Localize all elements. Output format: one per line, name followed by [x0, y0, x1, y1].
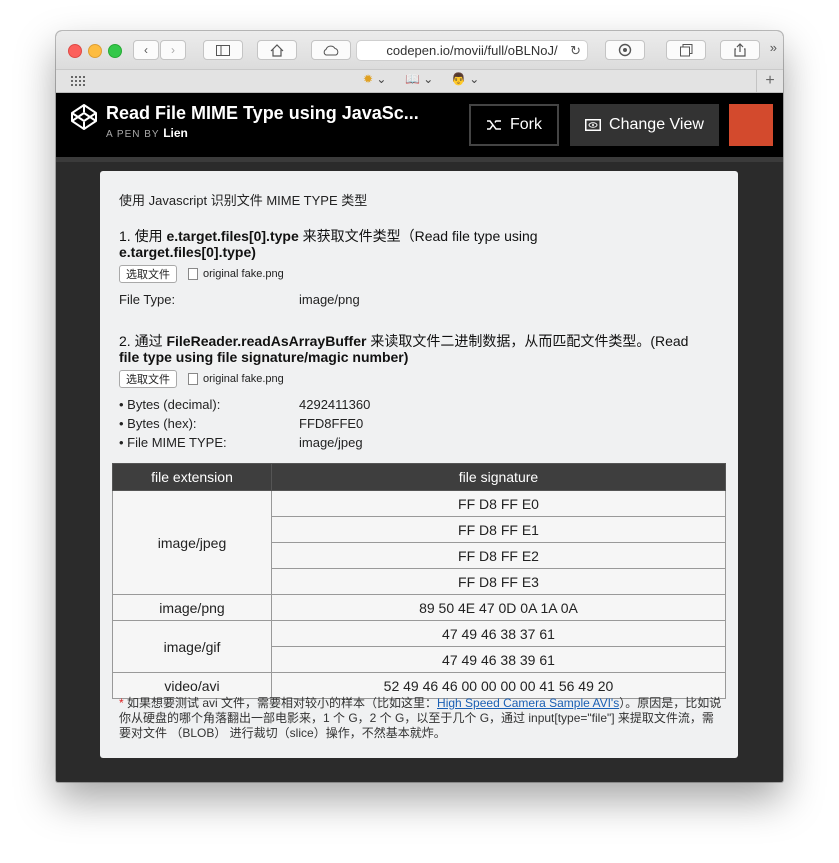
more-chevron-icon[interactable]: » [770, 40, 777, 55]
file-type-value: image/png [299, 292, 360, 307]
bytes-decimal-label: • Bytes (decimal): [119, 397, 221, 412]
fork-label: Fork [510, 116, 542, 133]
sun-icon: ✹ [363, 72, 374, 86]
section2-heading: 2. 通过 FileReader.readAsArrayBuffer 来读取文件… [119, 333, 719, 365]
section1-heading-code: e.target.files[0].type [166, 228, 299, 244]
table-row: image/png 89 50 4E 47 0D 0A 1A 0A [112, 594, 726, 621]
bookmarks-bar: ✹ ⌄ 📖 ⌄ 👨 ⌄ + [56, 70, 783, 93]
sidebar-icon [216, 44, 230, 56]
cloud-icon [323, 45, 339, 55]
chevron-right-icon: › [171, 43, 175, 57]
extension-button[interactable] [605, 40, 645, 60]
extension-cell: image/jpeg [112, 490, 272, 595]
share-button[interactable] [720, 40, 760, 60]
section1-file-name: original fake.png [203, 268, 284, 280]
reload-icon[interactable]: ↻ [570, 43, 581, 59]
section2-file-name: original fake.png [203, 373, 284, 385]
mime-type-label: • File MIME TYPE: [119, 435, 227, 450]
signature-cell: FF D8 FF E3 [271, 568, 726, 595]
home-icon [270, 43, 284, 57]
section1-heading-line2: e.target.files[0].type) [119, 244, 256, 260]
close-window-button[interactable] [68, 44, 82, 58]
tabs-overview-button[interactable] [666, 40, 706, 60]
section1-heading-prefix: 1. 使用 [119, 228, 167, 244]
change-view-button[interactable]: Change View [570, 104, 719, 146]
extension-cell: image/gif [112, 620, 272, 673]
column-header-signature: file signature [271, 463, 726, 491]
pen-byline: A PEN BY Lien [106, 126, 188, 140]
section1-heading: 1. 使用 e.target.files[0].type 来获取文件类型（Rea… [119, 228, 719, 260]
pen-title: Read File MIME Type using JavaSc... [106, 103, 419, 123]
view-icon [585, 119, 602, 131]
section1-heading-mid: 来获取文件类型（Read file type using [298, 228, 538, 244]
codepen-header: Read File MIME Type using JavaSc... A PE… [56, 93, 783, 157]
signature-cell: 47 49 46 38 37 61 [271, 620, 726, 647]
table-row: image/jpeg FF D8 FF E0 [112, 490, 726, 595]
mime-type-value: image/jpeg [299, 435, 363, 450]
section1-choose-file-button[interactable]: 选取文件 [119, 265, 177, 283]
user-avatar[interactable] [729, 104, 773, 146]
chevron-left-icon: ‹ [144, 43, 148, 57]
person-icon: 👨 [451, 72, 466, 86]
extension-cell: image/png [112, 594, 272, 621]
pen-output: 使用 Javascript 识别文件 MIME TYPE 类型 1. 使用 e.… [100, 171, 738, 758]
signature-cell: 47 49 46 38 39 61 [271, 646, 726, 673]
bytes-hex-label: • Bytes (hex): [119, 416, 197, 431]
home-button[interactable] [257, 40, 297, 60]
section2-heading-code: FileReader.readAsArrayBuffer [166, 333, 367, 349]
book-icon: 📖 [405, 72, 420, 86]
browser-toolbar: ‹ › codepen.io/movii/full/oBLNoJ/ ↻ » [56, 31, 783, 70]
bytes-hex-value: FFD8FFE0 [299, 416, 364, 431]
footnote-text-before: 如果想要测试 avi 文件，需要相对较小的样本（比如这里： [123, 696, 438, 710]
signature-cell: 89 50 4E 47 0D 0A 1A 0A [271, 594, 726, 621]
file-icon [188, 373, 198, 385]
url-text: codepen.io/movii/full/oBLNoJ/ [386, 43, 558, 58]
table-row: image/gif 47 49 46 38 37 61 [112, 620, 726, 673]
bookmark-book-folder[interactable]: 📖 ⌄ [405, 72, 433, 86]
fork-button[interactable]: Fork [469, 104, 559, 146]
extension-cell: video/avi [112, 672, 272, 699]
column-header-extension: file extension [112, 463, 272, 491]
fork-icon [487, 120, 501, 130]
section2-heading-mid: 来读取文件二进制数据，从而匹配文件类型。(Read [366, 333, 689, 349]
file-type-label: File Type: [119, 292, 176, 307]
codepen-logo-icon[interactable] [70, 103, 98, 131]
extension-icon [618, 43, 632, 57]
signature-cell: FF D8 FF E0 [271, 490, 726, 517]
zoom-window-button[interactable] [108, 44, 122, 58]
table-header-row: file extension file signature [112, 463, 726, 491]
footnote: * 如果想要测试 avi 文件，需要相对较小的样本（比如这里：High Spee… [119, 696, 724, 741]
byline-prefix: A PEN BY [106, 129, 160, 140]
section2-heading-line2: file type using file signature/magic num… [119, 349, 409, 365]
tabs-icon [679, 43, 692, 56]
icloud-tabs-button[interactable] [311, 40, 351, 60]
bytes-decimal-value: 4292411360 [299, 397, 371, 412]
section2-choose-file-button[interactable]: 选取文件 [119, 370, 177, 388]
signature-cell: 52 49 46 46 00 00 00 00 41 56 49 20 [271, 672, 726, 699]
bookmark-star-folder[interactable]: ✹ ⌄ [363, 72, 386, 86]
bookmark-person-folder[interactable]: 👨 ⌄ [451, 72, 479, 86]
sidebar-button[interactable] [203, 40, 243, 60]
header-divider [56, 157, 783, 162]
signature-table: file extension file signature image/jpeg… [112, 463, 726, 699]
signature-cell: FF D8 FF E2 [271, 542, 726, 569]
change-view-label: Change View [609, 116, 704, 133]
back-button[interactable]: ‹ [133, 40, 159, 60]
sample-avi-link[interactable]: High Speed Camera Sample AVI's [437, 696, 619, 710]
minimize-window-button[interactable] [88, 44, 102, 58]
table-row: video/avi 52 49 46 46 00 00 00 00 41 56 … [112, 672, 726, 699]
intro-text: 使用 Javascript 识别文件 MIME TYPE 类型 [119, 193, 368, 208]
author-link[interactable]: Lien [163, 126, 188, 140]
address-bar[interactable]: codepen.io/movii/full/oBLNoJ/ ↻ [356, 40, 588, 61]
grid-icon[interactable] [71, 76, 85, 86]
forward-button[interactable]: › [160, 40, 186, 60]
section2-heading-prefix: 2. 通过 [119, 333, 167, 349]
share-icon [734, 43, 746, 57]
file-icon [188, 268, 198, 280]
browser-window: ‹ › codepen.io/movii/full/oBLNoJ/ ↻ » ✹ … [56, 31, 783, 782]
signature-cell: FF D8 FF E1 [271, 516, 726, 543]
new-tab-button[interactable]: + [756, 70, 783, 92]
